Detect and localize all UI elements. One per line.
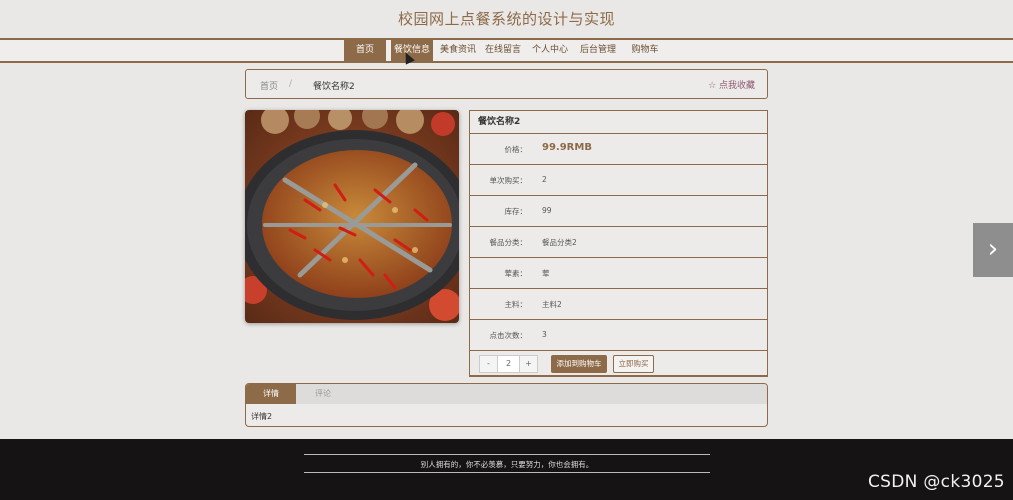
field-row-stock: 库存： 99 — [470, 196, 767, 227]
price-label: 价格： — [504, 145, 528, 154]
nav-user-center[interactable]: 个人中心 — [530, 40, 570, 61]
tab-details[interactable]: 详情 — [246, 384, 296, 404]
clicks-value: 3 — [542, 330, 547, 339]
nav-food-news[interactable]: 美食资讯 — [438, 40, 478, 61]
category-value: 餐品分类2 — [542, 238, 577, 247]
nav-admin[interactable]: 后台管理 — [578, 40, 618, 61]
per-order-label: 单次购买： — [489, 176, 528, 185]
field-row-clicks: 点击次数： 3 — [470, 320, 767, 351]
price-value: 99.9RMB — [542, 142, 592, 153]
per-order-value: 2 — [542, 175, 547, 184]
product-actions: - 2 + 添加到购物车 立即购买 — [470, 351, 767, 377]
field-row-category: 餐品分类： 餐品分类2 — [470, 227, 767, 258]
footer-divider — [304, 454, 710, 455]
meat-veg-label: 荤素： — [504, 269, 528, 278]
meat-veg-value: 荤 — [542, 269, 550, 278]
footer-text: 别人拥有的，你不必羡慕，只要努力，你也会拥有。 — [420, 460, 594, 469]
product-image — [245, 110, 459, 323]
breadcrumb: 首页 / 餐饮名称2 ☆ 点我收藏 — [245, 69, 768, 99]
category-label: 餐品分类： — [489, 238, 528, 247]
tab-content: 详情2 — [251, 412, 273, 421]
field-row-main-ingredient: 主料： 主料2 — [470, 289, 767, 320]
buy-now-button[interactable]: 立即购买 — [613, 355, 654, 373]
main-nav: 首页 餐饮信息 美食资讯 在线留言 个人中心 后台管理 购物车 — [0, 38, 1013, 63]
next-arrow-button[interactable]: › — [973, 223, 1013, 277]
field-row-meat-veg: 荤素： 荤 — [470, 258, 767, 289]
field-row-per-order: 单次购买： 2 — [470, 165, 767, 196]
main-ingredient-value: 主料2 — [542, 300, 562, 309]
field-row-price: 价格： 99.9RMB — [470, 134, 767, 165]
nav-cart[interactable]: 购物车 — [626, 40, 664, 61]
breadcrumb-current: 餐饮名称2 — [313, 82, 355, 92]
nav-messages[interactable]: 在线留言 — [483, 40, 523, 61]
clicks-label: 点击次数： — [489, 331, 528, 340]
nav-home[interactable]: 首页 — [344, 40, 386, 61]
chevron-right-icon: › — [987, 234, 999, 264]
quantity-minus-button[interactable]: - — [480, 356, 497, 372]
product-name: 餐饮名称2 — [470, 111, 767, 134]
quantity-stepper: - 2 + — [479, 355, 538, 373]
detail-tabs: 详情 评论 详情2 — [245, 383, 768, 427]
watermark: CSDN @ck3025 — [868, 472, 1005, 492]
main-ingredient-label: 主料： — [504, 300, 528, 309]
stock-value: 99 — [542, 206, 552, 215]
favorite-button[interactable]: ☆ 点我收藏 — [708, 78, 755, 91]
tab-comments[interactable]: 评论 — [298, 384, 348, 404]
quantity-input[interactable]: 2 — [497, 356, 520, 372]
footer-divider — [304, 472, 710, 473]
add-to-cart-button[interactable]: 添加到购物车 — [551, 355, 607, 373]
stock-label: 库存： — [504, 207, 528, 216]
product-info-panel: 餐饮名称2 价格： 99.9RMB 单次购买： 2 库存： 99 餐品分类： 餐… — [469, 110, 768, 377]
footer: 别人拥有的，你不必羡慕，只要努力，你也会拥有。 — [0, 439, 1013, 500]
site-title: 校园网上点餐系统的设计与实现 — [397, 10, 615, 28]
quantity-plus-button[interactable]: + — [520, 356, 537, 372]
tabs-bar: 详情 评论 — [246, 384, 767, 404]
breadcrumb-home[interactable]: 首页 — [260, 79, 278, 92]
breadcrumb-separator: / — [289, 79, 293, 89]
hotpot-image — [245, 110, 459, 323]
